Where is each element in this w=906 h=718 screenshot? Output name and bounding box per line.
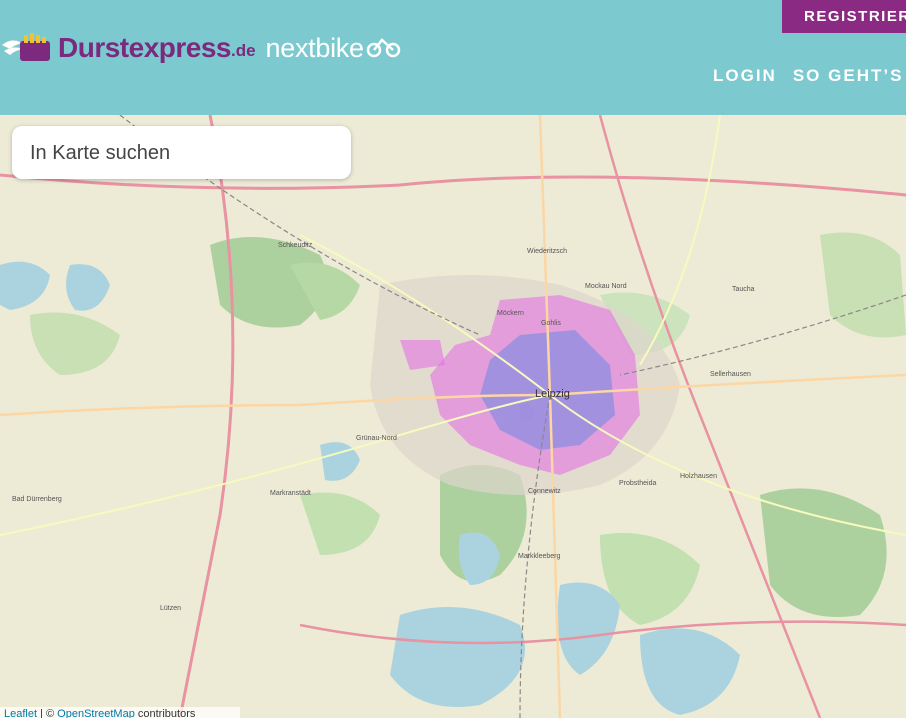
openstreetmap-link[interactable]: OpenStreetMap (57, 708, 135, 718)
map-view[interactable]: Schkeuditz Wiederitzsch Mockau Nord Tauc… (0, 115, 906, 718)
map-label: Holzhausen (680, 473, 717, 480)
leaflet-link[interactable]: Leaflet (4, 708, 37, 718)
brand-name: Durstexpress (58, 32, 231, 63)
map-label: Gohlis (541, 320, 561, 327)
register-button[interactable]: REGISTRIERU (782, 0, 906, 33)
brand-logo[interactable]: Durstexpress .de nextbike (0, 30, 402, 66)
attribution-suffix: contributors (134, 708, 196, 718)
how-it-works-link[interactable]: SO GEHT’S (793, 66, 904, 86)
site-header: Durstexpress .de nextbike REGISTRIERU LO… (0, 0, 906, 115)
brand-tld: .de (230, 41, 256, 60)
map-label: Bad Dürrenberg (12, 496, 62, 503)
attribution-separator: | © (37, 708, 58, 718)
map-label: Lützen (160, 605, 182, 612)
map-label: Markranstädt (270, 490, 311, 497)
map-label: Möckern (497, 310, 524, 317)
map-label: Mockau Nord (585, 283, 627, 290)
partner-name: nextbike (265, 32, 364, 63)
map-attribution: Leaflet | © OpenStreetMap contributors (0, 707, 240, 718)
map-label: Taucha (732, 286, 755, 293)
map-label: Sellerhausen (710, 371, 751, 378)
map-label: Grünau-Nord (356, 435, 397, 442)
map-label: Probstheida (619, 480, 657, 487)
map-label: Wiederitzsch (527, 248, 568, 255)
city-label: Leipzig (535, 388, 570, 400)
main-nav: LOGIN SO GEHT’S (713, 66, 903, 86)
map-search-box (12, 126, 351, 179)
wing-box-icon (1, 33, 50, 61)
map-label: Markkleeberg (518, 553, 561, 560)
map-tiles (0, 115, 906, 718)
search-input[interactable] (30, 140, 340, 166)
map-label: Schkeuditz (278, 242, 313, 249)
map-label: Connewitz (528, 488, 561, 495)
bike-icon (366, 38, 400, 58)
login-link[interactable]: LOGIN (713, 66, 777, 86)
